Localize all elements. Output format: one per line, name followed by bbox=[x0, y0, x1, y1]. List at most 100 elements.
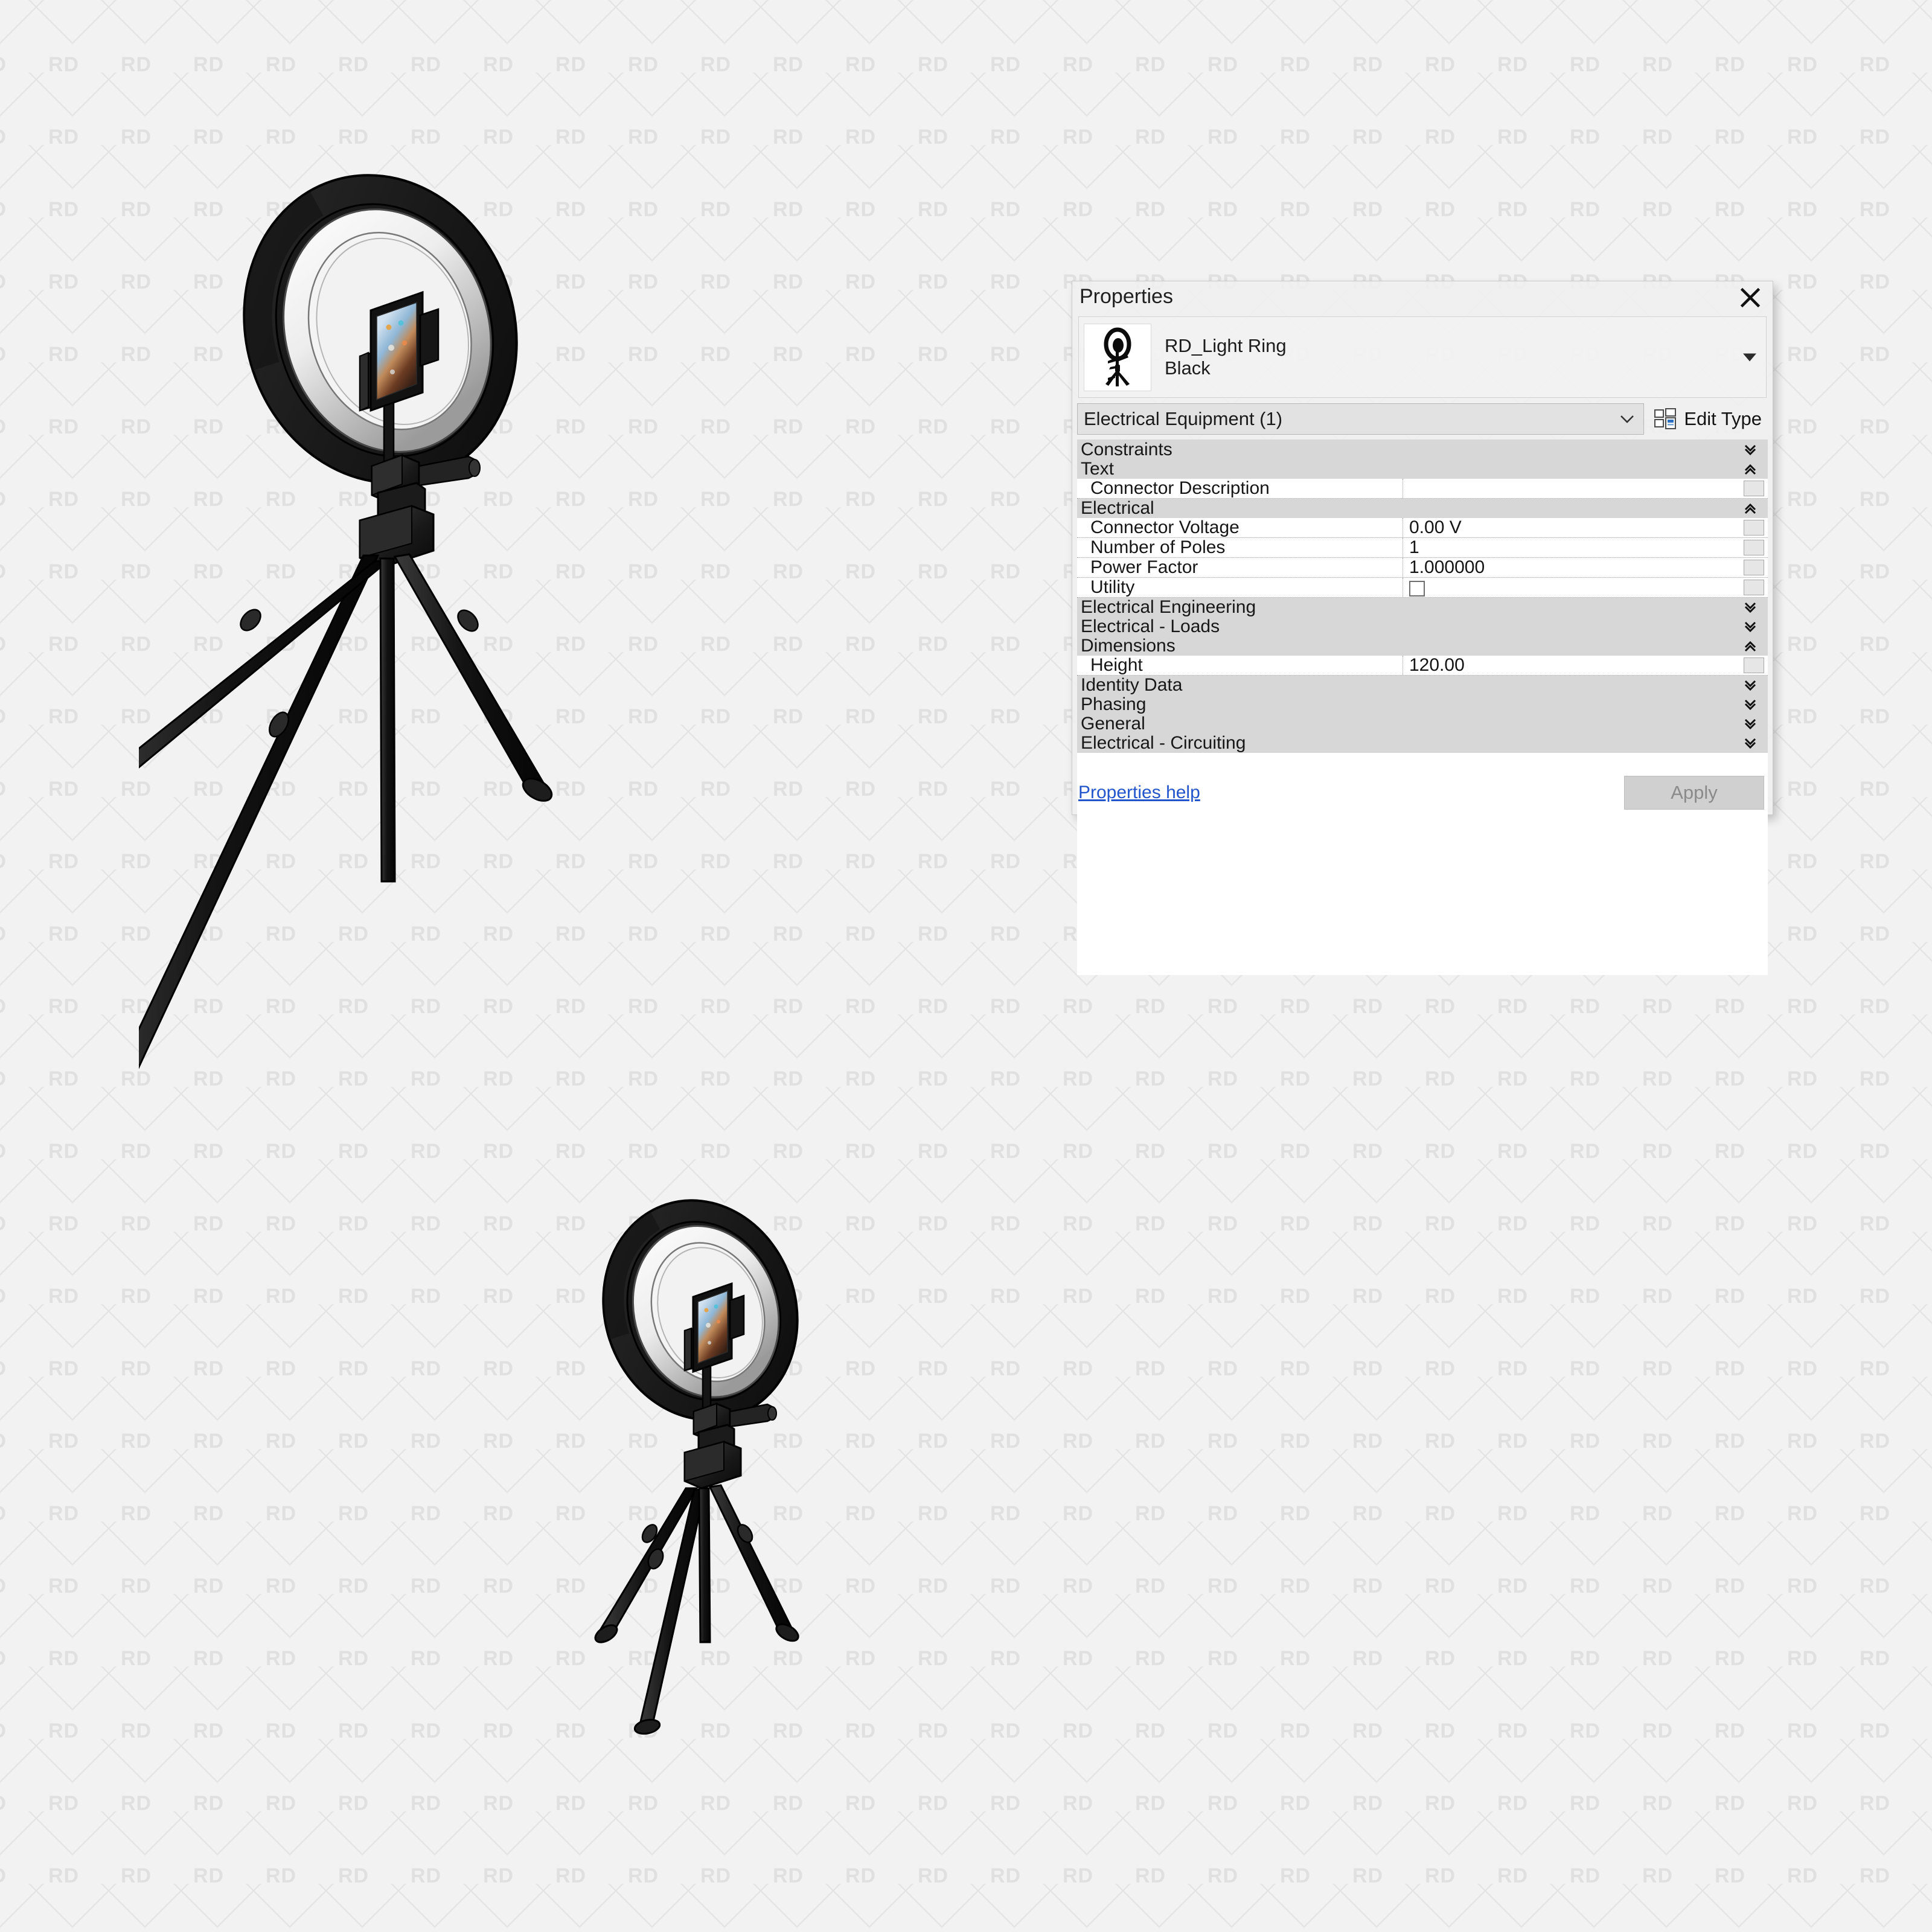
watermark-text: RD bbox=[1425, 1864, 1456, 1887]
parameter-group-header[interactable]: Constraints bbox=[1077, 440, 1768, 459]
watermark-text: RD bbox=[1208, 1212, 1239, 1235]
group-collapse-toggle-icon[interactable] bbox=[1744, 462, 1757, 476]
watermark-text: RD bbox=[1715, 1719, 1746, 1742]
parameter-row[interactable]: Connector Voltage 0.00 V bbox=[1077, 518, 1768, 538]
watermark-text: RD bbox=[1860, 1140, 1891, 1163]
watermark-text: RD bbox=[990, 198, 1022, 221]
watermark-text: RD bbox=[266, 1575, 297, 1598]
close-icon[interactable] bbox=[1736, 284, 1764, 312]
watermark-text: RD bbox=[1280, 1792, 1311, 1815]
watermark-text: RD bbox=[483, 1792, 514, 1815]
group-collapse-toggle-icon[interactable] bbox=[1744, 620, 1757, 633]
chevron-down-icon[interactable] bbox=[1743, 353, 1756, 361]
watermark-text: RD bbox=[1352, 1212, 1384, 1235]
parameter-group-label: Text bbox=[1081, 459, 1115, 479]
parameter-action-button[interactable] bbox=[1744, 520, 1764, 536]
watermark-text: RD bbox=[1860, 53, 1891, 76]
group-collapse-toggle-icon[interactable] bbox=[1744, 679, 1757, 692]
group-collapse-toggle-icon[interactable] bbox=[1744, 502, 1757, 515]
parameter-group-header[interactable]: Electrical - Loads bbox=[1077, 616, 1768, 636]
parameter-group-header[interactable]: Phasing bbox=[1077, 694, 1768, 714]
parameter-row[interactable]: Number of Poles 1 bbox=[1077, 538, 1768, 558]
parameter-action-button[interactable] bbox=[1744, 481, 1764, 496]
watermark-text: RD bbox=[411, 1719, 442, 1742]
watermark-text: RD bbox=[1642, 1285, 1674, 1308]
watermark-text: RD bbox=[1860, 126, 1891, 149]
watermark-text: RD bbox=[266, 1792, 297, 1815]
parameter-row[interactable]: Height 120.00 bbox=[1077, 656, 1768, 676]
watermark-text: RD bbox=[193, 1430, 225, 1453]
parameter-group-header[interactable]: Identity Data bbox=[1077, 675, 1768, 695]
watermark-text: RD bbox=[1280, 1140, 1311, 1163]
parameter-row[interactable]: Utility bbox=[1077, 578, 1768, 598]
parameter-group-header[interactable]: Electrical bbox=[1077, 498, 1768, 518]
parameter-value-cell[interactable]: 120.00 bbox=[1403, 656, 1744, 675]
watermark-text: RD bbox=[1715, 995, 1746, 1018]
watermark-text: RD bbox=[1642, 198, 1674, 221]
parameter-action-button[interactable] bbox=[1744, 560, 1764, 575]
watermark-text: RD bbox=[1135, 1140, 1166, 1163]
watermark-text: RD bbox=[1135, 1357, 1166, 1380]
apply-button[interactable]: Apply bbox=[1624, 776, 1764, 810]
group-collapse-toggle-icon[interactable] bbox=[1744, 737, 1757, 750]
watermark-text: RD bbox=[1570, 1792, 1601, 1815]
watermark-text: RD bbox=[1352, 1140, 1384, 1163]
watermark-text: RD bbox=[48, 778, 80, 801]
parameter-value-cell[interactable]: 1.000000 bbox=[1403, 558, 1744, 577]
watermark-text: RD bbox=[1715, 1140, 1746, 1163]
type-selector[interactable]: RD_Light Ring Black bbox=[1078, 316, 1767, 398]
parameter-group-header[interactable]: Electrical - Circuiting bbox=[1077, 733, 1768, 753]
watermark-text: RD bbox=[1715, 1357, 1746, 1380]
watermark-text: RD bbox=[1715, 1285, 1746, 1308]
watermark-text: RD bbox=[1063, 126, 1094, 149]
category-select[interactable]: Electrical Equipment (1) bbox=[1077, 403, 1645, 435]
parameter-group-header[interactable]: Dimensions bbox=[1077, 636, 1768, 656]
parameter-row[interactable]: Connector Description bbox=[1077, 479, 1768, 499]
watermark-text: RD bbox=[1352, 198, 1384, 221]
parameter-value-cell[interactable] bbox=[1403, 479, 1744, 498]
parameter-action-button[interactable] bbox=[1744, 580, 1764, 595]
watermark-text: RD bbox=[918, 343, 949, 366]
watermark-text: RD bbox=[1063, 53, 1094, 76]
watermark-text: RD bbox=[990, 705, 1022, 728]
watermark-text: RD bbox=[1860, 1212, 1891, 1235]
watermark-text: RD bbox=[1352, 1502, 1384, 1525]
parameter-group-header[interactable]: General bbox=[1077, 714, 1768, 734]
watermark-text: RD bbox=[411, 1792, 442, 1815]
parameter-action-button[interactable] bbox=[1744, 540, 1764, 555]
parameter-value-cell[interactable] bbox=[1403, 578, 1744, 597]
group-collapse-toggle-icon[interactable] bbox=[1744, 443, 1757, 456]
parameter-checkbox[interactable] bbox=[1409, 581, 1425, 597]
watermark-text: RD bbox=[1208, 1067, 1239, 1090]
watermark-text: RD bbox=[1063, 1864, 1094, 1887]
group-collapse-toggle-icon[interactable] bbox=[1744, 717, 1757, 731]
parameter-value-cell[interactable]: 1 bbox=[1403, 538, 1744, 557]
watermark-text: RD bbox=[1787, 995, 1818, 1018]
watermark-text: RD bbox=[918, 778, 949, 801]
watermark-text: RD bbox=[990, 778, 1022, 801]
watermark-text: RD bbox=[1570, 1647, 1601, 1670]
group-collapse-toggle-icon[interactable] bbox=[1744, 601, 1757, 614]
watermark-text: RD bbox=[1352, 1575, 1384, 1598]
parameter-group-label: Constraints bbox=[1081, 440, 1172, 459]
group-collapse-toggle-icon[interactable] bbox=[1744, 698, 1757, 711]
watermark-text: RD bbox=[411, 1575, 442, 1598]
watermark-text: RD bbox=[1570, 1140, 1601, 1163]
screenshot-root: RD RD RD RD RD RD RD RD RD RD RD RD RD RD RD RD RD RD RD RD… bbox=[0, 0, 1932, 1932]
watermark-text: RD bbox=[1860, 270, 1891, 293]
properties-help-link[interactable]: Properties help bbox=[1078, 782, 1200, 803]
watermark-text: RD bbox=[555, 126, 587, 149]
parameter-group-header[interactable]: Text bbox=[1077, 459, 1768, 479]
parameter-action-button[interactable] bbox=[1744, 657, 1764, 673]
parameter-group-header[interactable]: Electrical Engineering bbox=[1077, 597, 1768, 617]
watermark-text: RD bbox=[266, 0, 296, 2]
watermark-text: RD bbox=[1715, 53, 1746, 76]
group-collapse-toggle-icon[interactable] bbox=[1744, 639, 1757, 653]
edit-type-button[interactable]: Edit Type bbox=[1654, 408, 1768, 430]
parameter-row[interactable]: Power Factor 1.000000 bbox=[1077, 558, 1768, 578]
watermark-text: RD bbox=[0, 779, 7, 799]
parameter-value-cell[interactable]: 0.00 V bbox=[1403, 518, 1744, 537]
watermark-text: RD bbox=[990, 270, 1022, 293]
watermark-text: RD bbox=[918, 488, 949, 511]
watermark-text: RD bbox=[1642, 1430, 1674, 1453]
